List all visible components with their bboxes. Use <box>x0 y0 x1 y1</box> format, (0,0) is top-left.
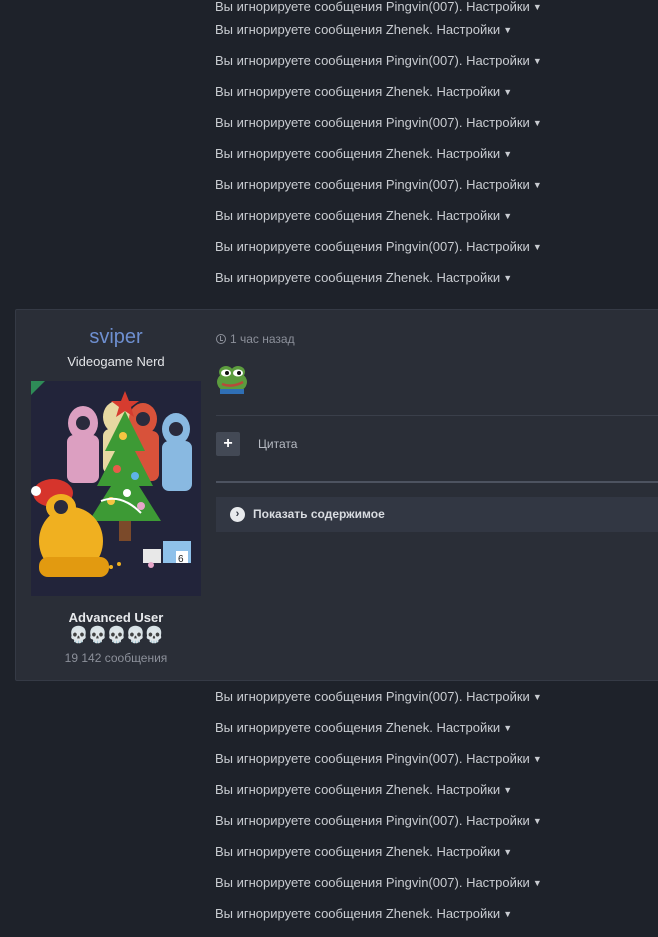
author-title: Videogame Nerd <box>67 354 165 369</box>
ignored-message-row: Вы игнорируете сообщения Zhenek. Настрой… <box>215 906 542 937</box>
ignored-message-row: Вы игнорируете сообщения Zhenek. Настрой… <box>215 782 542 813</box>
ignored-settings-link[interactable]: Настройки <box>466 115 530 130</box>
ignored-settings-link[interactable]: Настройки <box>436 208 500 223</box>
author-avatar[interactable]: 6 <box>31 381 201 596</box>
ignored-message-text: Вы игнорируете сообщения Zhenek. <box>215 782 437 797</box>
author-post-count: 19 142 сообщения <box>64 651 168 665</box>
ignored-message-row: Вы игнорируете сообщения Pingvin(007). Н… <box>215 689 542 720</box>
ignored-settings-link[interactable]: Настройки <box>436 84 500 99</box>
ignored-settings-link[interactable]: Настройки <box>436 782 500 797</box>
ignored-message-row: Вы игнорируете сообщения Pingvin(007). Н… <box>215 875 542 906</box>
ignored-message-text: Вы игнорируете сообщения Zhenek. <box>215 270 437 285</box>
ignored-settings-link[interactable]: Настройки <box>466 813 530 828</box>
ignored-message-row: Вы игнорируете сообщения Zhenek. Настрой… <box>215 146 542 177</box>
author-username-link[interactable]: sviper <box>16 326 216 349</box>
ignored-settings-link[interactable]: Настройки <box>466 177 530 192</box>
caret-down-icon[interactable]: ▼ <box>503 146 512 162</box>
spoiler-label[interactable]: Показать содержимое <box>253 507 385 521</box>
ignored-message-text: Вы игнорируете сообщения Pingvin(007). <box>215 53 467 68</box>
quote-label[interactable]: Цитата <box>258 437 297 451</box>
ignored-settings-link[interactable]: Настройки <box>466 239 530 254</box>
add-quote-button[interactable]: + <box>216 432 240 456</box>
svg-text:6: 6 <box>178 554 184 565</box>
ignored-message-text: Вы игнорируете сообщения Zhenek. <box>215 720 437 735</box>
ignored-message-row: Вы игнорируете сообщения Pingvin(007). Н… <box>215 813 542 844</box>
caret-down-icon[interactable]: ▼ <box>533 239 542 255</box>
ignored-message-text: Вы игнорируете сообщения Pingvin(007). <box>215 239 467 254</box>
ignored-message-row: Вы игнорируете сообщения Pingvin(007). Н… <box>215 239 542 270</box>
ignored-message-text: Вы игнорируете сообщения Zhenek. <box>215 844 437 859</box>
post-timestamp[interactable]: 1 час назад <box>216 332 295 346</box>
caret-down-icon[interactable]: ▼ <box>533 177 542 193</box>
clock-icon <box>216 334 226 344</box>
caret-down-icon[interactable]: ▼ <box>533 689 542 705</box>
ignored-message-text: Вы игнорируете сообщения Zhenek. <box>215 906 437 921</box>
ignored-message-row: Вы игнорируете сообщения Zhenek. Настрой… <box>215 84 542 115</box>
pepe-frog-emoji <box>216 362 248 394</box>
ignored-message-text: Вы игнорируете сообщения Pingvin(007). <box>215 177 467 192</box>
chevron-right-icon: › <box>230 507 245 522</box>
caret-down-icon[interactable]: ▼ <box>533 813 542 829</box>
ignored-settings-link[interactable]: Настройки <box>466 875 530 890</box>
ignored-settings-link[interactable]: Настройки <box>436 720 500 735</box>
ignored-message-row: Вы игнорируете сообщения Pingvin(007). Н… <box>215 177 542 208</box>
ignored-message-text: Вы игнорируете сообщения Pingvin(007). <box>215 813 467 828</box>
caret-down-icon[interactable]: ▼ <box>503 22 512 38</box>
ignored-settings-link[interactable]: Настройки <box>466 0 530 14</box>
caret-down-icon[interactable]: ▼ <box>503 208 512 224</box>
caret-down-icon[interactable]: ▼ <box>503 84 512 100</box>
ignored-messages-top: Вы игнорируете сообщения Pingvin(007). Н… <box>215 0 542 301</box>
spoiler-toggle[interactable]: › Показать содержимое <box>216 497 658 532</box>
rank-skull-icons: 💀💀💀💀💀 <box>68 627 165 644</box>
quote-divider <box>216 481 658 483</box>
content-divider <box>216 415 658 416</box>
caret-down-icon[interactable]: ▼ <box>533 875 542 891</box>
ignored-message-row: Вы игнорируете сообщения Pingvin(007). Н… <box>215 751 542 782</box>
forum-post: sviper Videogame Nerd 6 Advanced User 💀💀… <box>15 309 658 681</box>
caret-down-icon[interactable]: ▼ <box>533 53 542 69</box>
ignored-message-row: Вы игнорируете сообщения Zhenek. Настрой… <box>215 844 542 875</box>
post-content: 1 час назад + Цитата › Показать содержим… <box>216 310 658 680</box>
ignored-message-text: Вы игнорируете сообщения Pingvin(007). <box>215 689 467 704</box>
ignored-settings-link[interactable]: Настройки <box>436 906 500 921</box>
ignored-message-text: Вы игнорируете сообщения Zhenek. <box>215 22 437 37</box>
ignored-settings-link[interactable]: Настройки <box>436 844 500 859</box>
ignored-settings-link[interactable]: Настройки <box>466 751 530 766</box>
ignored-message-text: Вы игнорируете сообщения Pingvin(007). <box>215 0 467 14</box>
ignored-settings-link[interactable]: Настройки <box>466 689 530 704</box>
ignored-settings-link[interactable]: Настройки <box>466 53 530 68</box>
caret-down-icon[interactable]: ▼ <box>533 115 542 131</box>
ignored-message-text: Вы игнорируете сообщения Zhenek. <box>215 84 437 99</box>
ignored-settings-link[interactable]: Настройки <box>436 146 500 161</box>
caret-down-icon[interactable]: ▼ <box>503 844 512 860</box>
ignored-message-row: Вы игнорируете сообщения Zhenek. Настрой… <box>215 270 542 301</box>
avatar-christmas-astronauts-image: 6 <box>31 381 201 596</box>
caret-down-icon[interactable]: ▼ <box>503 270 512 286</box>
ignored-message-text: Вы игнорируете сообщения Zhenek. <box>215 146 437 161</box>
caret-down-icon[interactable]: ▼ <box>533 0 542 15</box>
pepe-frog-icon <box>217 366 247 394</box>
caret-down-icon[interactable]: ▼ <box>503 906 512 922</box>
ignored-settings-link[interactable]: Настройки <box>436 22 500 37</box>
caret-down-icon[interactable]: ▼ <box>503 782 512 798</box>
post-time-text: 1 час назад <box>230 332 295 346</box>
caret-down-icon[interactable]: ▼ <box>533 751 542 767</box>
ignored-message-text: Вы игнорируете сообщения Pingvin(007). <box>215 875 467 890</box>
ignored-settings-link[interactable]: Настройки <box>436 270 500 285</box>
ignored-message-row: Вы игнорируете сообщения Pingvin(007). Н… <box>215 115 542 146</box>
ignored-message-row: Вы игнорируете сообщения Pingvin(007). Н… <box>215 0 542 22</box>
author-group: Advanced User <box>68 610 164 625</box>
ignored-message-row: Вы игнорируете сообщения Zhenek. Настрой… <box>215 208 542 239</box>
ignored-message-text: Вы игнорируете сообщения Pingvin(007). <box>215 115 467 130</box>
ignored-message-row: Вы игнорируете сообщения Zhenek. Настрой… <box>215 720 542 751</box>
online-indicator-corner <box>31 381 45 395</box>
ignored-messages-bottom: Вы игнорируете сообщения Pingvin(007). Н… <box>215 689 542 937</box>
ignored-message-text: Вы игнорируете сообщения Pingvin(007). <box>215 751 467 766</box>
ignored-message-text: Вы игнорируете сообщения Zhenek. <box>215 208 437 223</box>
ignored-message-row: Вы игнорируете сообщения Zhenek. Настрой… <box>215 22 542 53</box>
caret-down-icon[interactable]: ▼ <box>503 720 512 736</box>
ignored-message-row: Вы игнорируете сообщения Pingvin(007). Н… <box>215 53 542 84</box>
